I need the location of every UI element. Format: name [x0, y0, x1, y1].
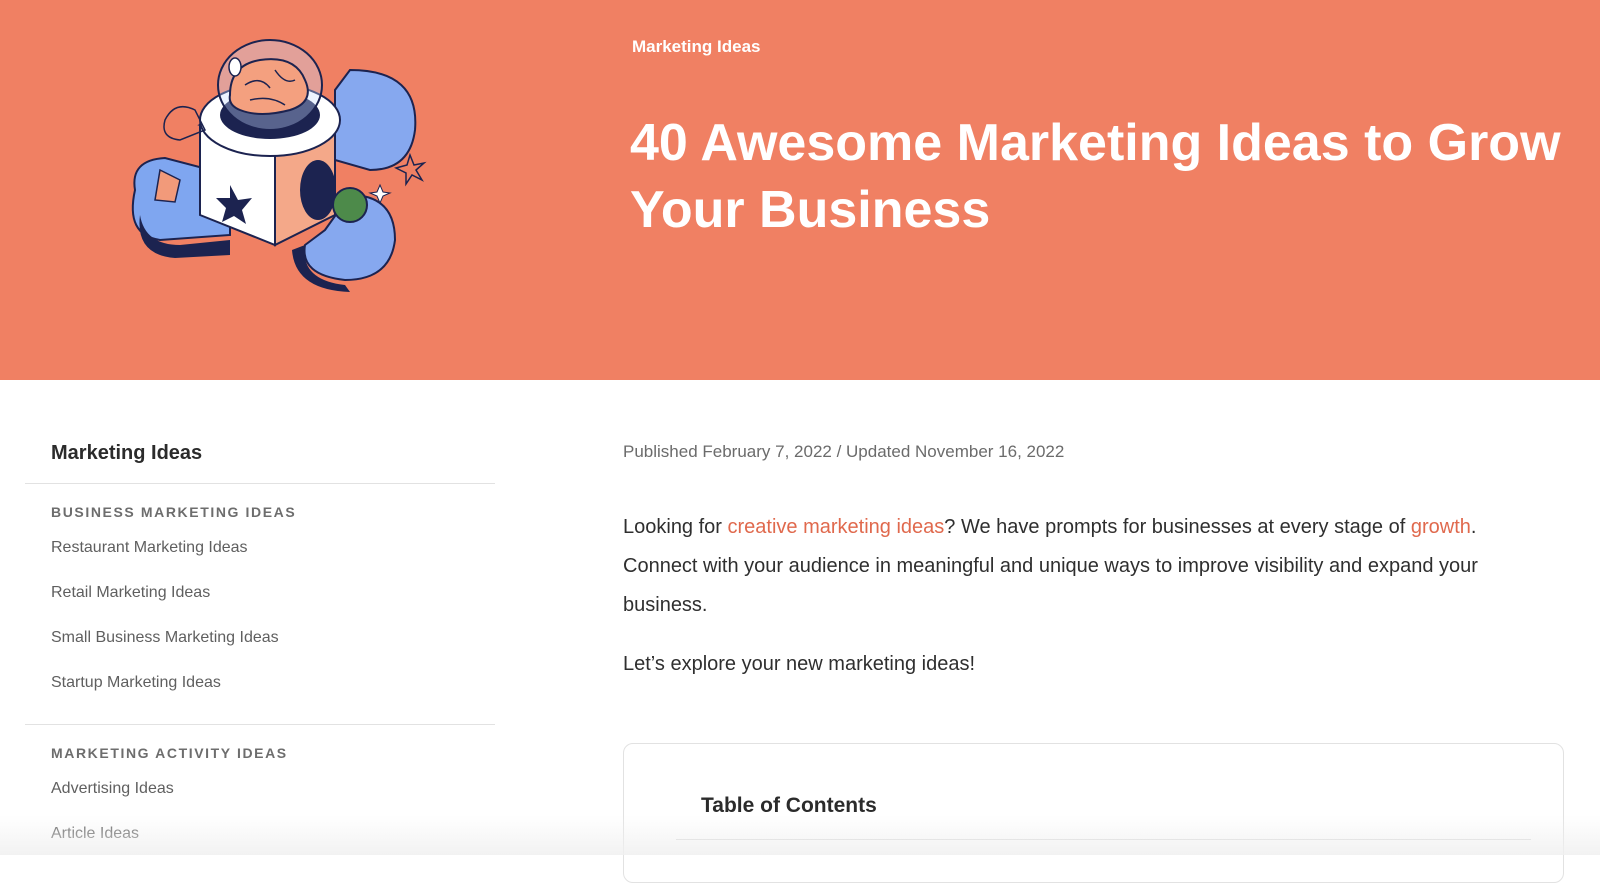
intro-text: Looking for: [623, 516, 728, 538]
sidebar-section-activity: MARKETING ACTIVITY IDEAS Advertising Ide…: [25, 725, 495, 875]
sidebar-title: Marketing Ideas: [25, 430, 495, 484]
sidebar-section-business: BUSINESS MARKETING IDEAS Restaurant Mark…: [25, 484, 495, 725]
intro-text: ? We have prompts for businesses at ever…: [944, 516, 1411, 538]
sidebar-link-restaurant[interactable]: Restaurant Marketing Ideas: [51, 530, 495, 575]
creative-marketing-ideas-link[interactable]: creative marketing ideas: [728, 516, 945, 538]
intro-paragraph: Looking for creative marketing ideas? We…: [623, 508, 1553, 625]
sidebar-link-article[interactable]: Article Ideas: [51, 816, 495, 861]
page-title: 40 Awesome Marketing Ideas to Grow Your …: [630, 110, 1580, 244]
sidebar-section-heading: MARKETING ACTIVITY IDEAS: [51, 745, 495, 771]
hero-banner: Marketing Ideas 40 Awesome Marketing Ide…: [0, 0, 1600, 380]
intro-closing: Let’s explore your new marketing ideas!: [623, 645, 1573, 684]
article-main: Published February 7, 2022 / Updated Nov…: [623, 430, 1573, 684]
brain-cube-illustration-icon: [120, 30, 450, 300]
toc-divider: [676, 839, 1531, 840]
sidebar-link-small-business[interactable]: Small Business Marketing Ideas: [51, 620, 495, 665]
table-of-contents: Table of Contents: [623, 743, 1564, 883]
sidebar-nav: Marketing Ideas BUSINESS MARKETING IDEAS…: [25, 430, 495, 875]
sidebar-link-startup[interactable]: Startup Marketing Ideas: [51, 665, 495, 710]
toc-title: Table of Contents: [701, 794, 877, 818]
sidebar-section-heading: BUSINESS MARKETING IDEAS: [51, 504, 495, 530]
breadcrumb-link[interactable]: Marketing Ideas: [632, 37, 761, 57]
growth-link[interactable]: growth: [1411, 516, 1471, 538]
sidebar-link-retail[interactable]: Retail Marketing Ideas: [51, 575, 495, 620]
sidebar-link-advertising[interactable]: Advertising Ideas: [51, 771, 495, 816]
publish-date: Published February 7, 2022 / Updated Nov…: [623, 430, 1573, 490]
